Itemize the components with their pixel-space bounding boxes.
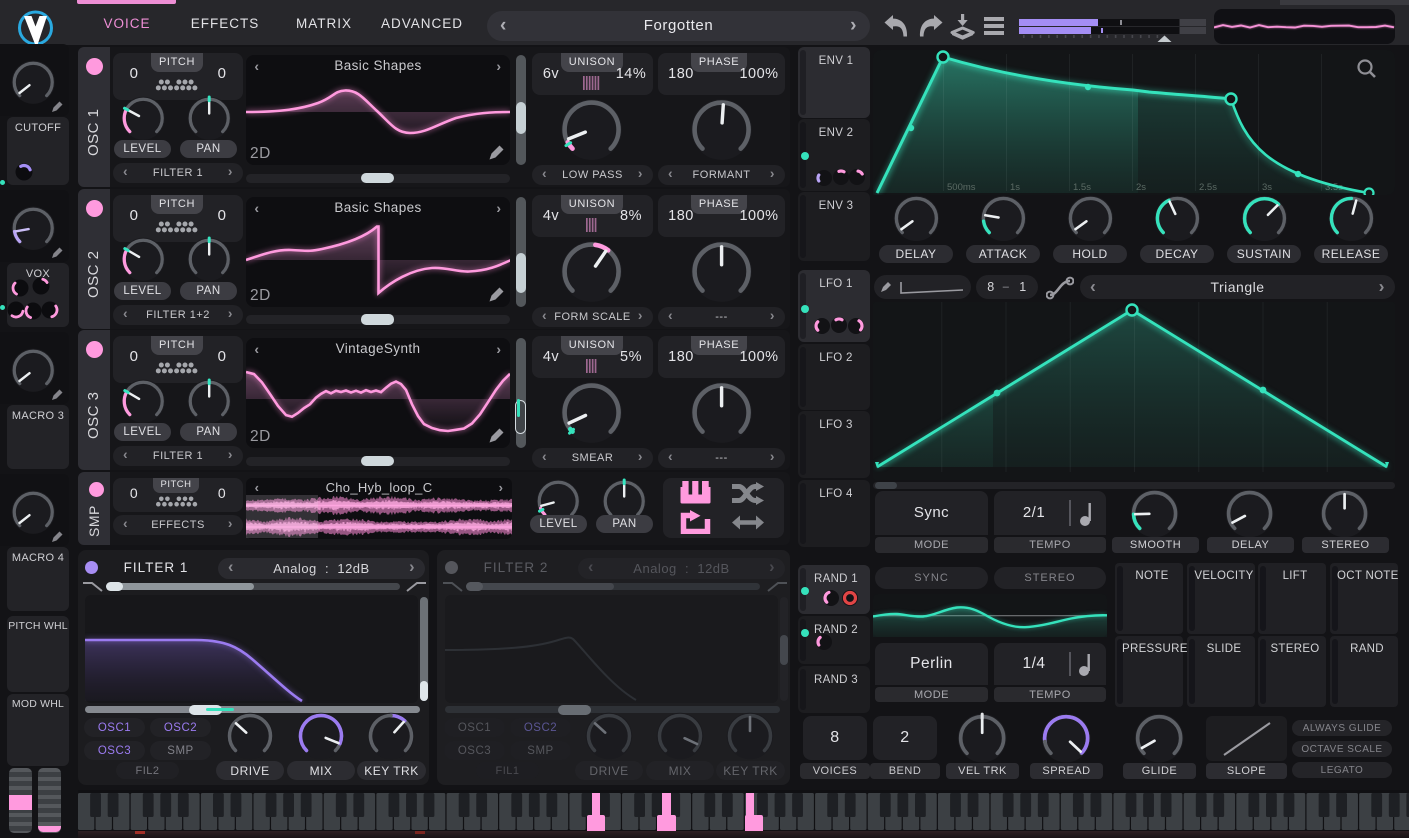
svg-text:2s: 2s: [1136, 182, 1146, 193]
svg-text:500ms: 500ms: [947, 182, 976, 193]
